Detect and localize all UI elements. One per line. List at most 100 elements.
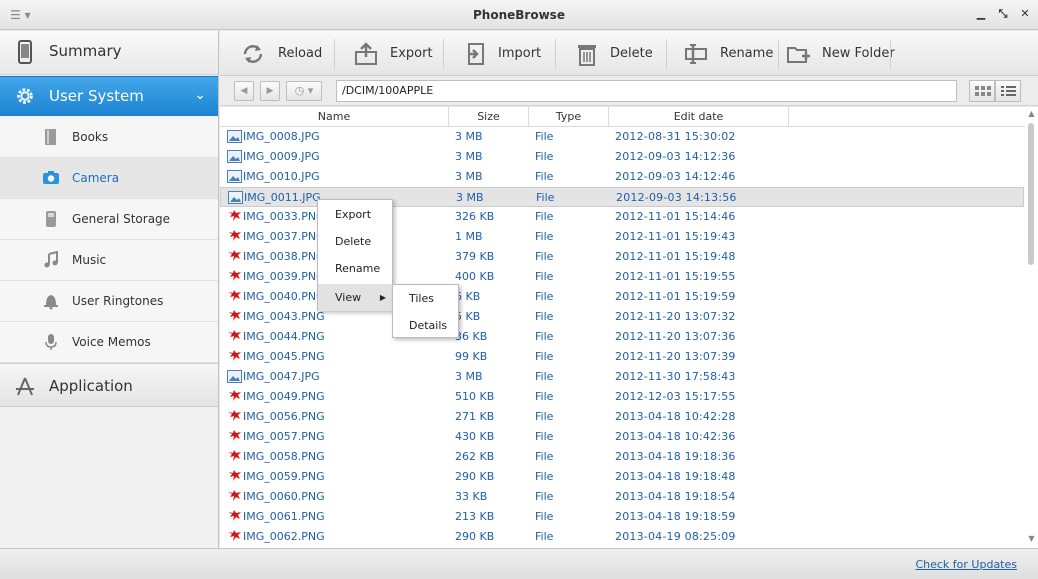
file-list: Name Size Type Edit date IMG_0008.JPG 3 M… (220, 107, 1038, 548)
table-row[interactable]: IMG_0059.PNG 290 KB File 2013-04-18 19:18:4… (220, 467, 1024, 487)
restore-icon[interactable]: ⤡ (996, 7, 1010, 21)
microphone-icon (45, 334, 57, 350)
file-date: 2012-11-01 15:19:59 (615, 290, 736, 303)
context-menu-delete[interactable]: Delete (318, 228, 392, 255)
file-type: File (535, 230, 554, 243)
scroll-up-icon[interactable]: ▲ (1026, 109, 1037, 118)
new-folder-button[interactable]: New Folder (786, 31, 895, 76)
table-row[interactable]: IMG_0044.PNG 36 KB File 2012-11-20 13:07:36 (220, 327, 1024, 347)
file-name: IMG_0037.PNG (243, 230, 325, 243)
file-size: 430 KB (455, 430, 495, 443)
file-date: 2012-11-30 17:58:43 (615, 370, 736, 383)
file-name: IMG_0060.PNG (243, 490, 325, 503)
table-row[interactable]: IMG_0049.PNG 510 KB File 2012-12-03 15:17:5… (220, 387, 1024, 407)
file-type: File (535, 250, 554, 263)
table-row[interactable]: IMG_0009.JPG 3 MB File 2012-09-03 14:12:36 (220, 147, 1024, 167)
submenu-details[interactable]: Details (393, 312, 458, 339)
table-row[interactable]: IMG_0058.PNG 262 KB File 2013-04-18 19:18:3… (220, 447, 1024, 467)
table-row[interactable]: IMG_0057.PNG 430 KB File 2013-04-18 10:42:3… (220, 427, 1024, 447)
table-row[interactable]: IMG_0056.PNG 271 KB File 2013-04-18 10:42:2… (220, 407, 1024, 427)
list-icon (1001, 86, 1016, 96)
file-size: 262 KB (455, 450, 495, 463)
vertical-scrollbar[interactable]: ▲ ▼ (1025, 107, 1038, 548)
forward-button[interactable]: ▶ (260, 81, 280, 101)
context-menu-export[interactable]: Export (318, 201, 392, 228)
minimize-icon[interactable]: ▁ (974, 7, 988, 21)
file-name: IMG_0044.PNG (243, 330, 325, 343)
file-type: File (535, 270, 554, 283)
image-file-icon (227, 370, 242, 383)
file-date: 2012-11-01 15:19:48 (615, 250, 736, 263)
sidebar-user-system[interactable]: User System ⌄ (0, 76, 218, 116)
file-name: IMG_0033.PNG (243, 210, 325, 223)
file-size: 510 KB (455, 390, 495, 403)
export-button[interactable]: Export (354, 31, 433, 76)
file-type: File (535, 450, 554, 463)
history-button[interactable]: ◷ ▾ (286, 81, 322, 101)
column-edit-date[interactable]: Edit date (609, 107, 789, 127)
details-view-button[interactable] (995, 80, 1021, 102)
scroll-down-icon[interactable]: ▼ (1026, 534, 1037, 543)
check-for-updates-link[interactable]: Check for Updates (915, 558, 1017, 571)
file-size: 99 KB (455, 350, 488, 363)
table-row[interactable]: IMG_0062.PNG 290 KB File 2013-04-19 08:25:0… (220, 527, 1024, 547)
close-icon[interactable]: ✕ (1018, 7, 1032, 21)
broken-image-icon (228, 410, 241, 421)
sidebar-application[interactable]: Application (0, 363, 218, 407)
column-type[interactable]: Type (529, 107, 609, 127)
rename-button[interactable]: Rename (684, 31, 773, 76)
table-row[interactable]: IMG_0060.PNG 33 KB File 2013-04-18 19:18:54 (220, 487, 1024, 507)
window-title: PhoneBrowse (473, 8, 565, 22)
sidebar-item-books[interactable]: Books (0, 117, 218, 158)
new-folder-label: New Folder (822, 46, 895, 61)
file-size: 290 KB (455, 530, 495, 543)
sidebar: Summary User System ⌄ Books Camera Gener… (0, 31, 219, 548)
sidebar-item-label: Books (72, 130, 109, 144)
context-menu-view[interactable]: View ▶ (318, 284, 392, 311)
reload-button[interactable]: Reload (240, 31, 322, 76)
sidebar-item-user-ringtones[interactable]: User Ringtones (0, 281, 218, 322)
file-size: 3 MB (455, 130, 483, 143)
path-field[interactable]: /DCIM/100APPLE (336, 80, 957, 102)
phone-icon (18, 40, 32, 64)
file-name: IMG_0049.PNG (243, 390, 325, 403)
file-name: IMG_0057.PNG (243, 430, 325, 443)
tiles-view-button[interactable] (969, 80, 995, 102)
sidebar-item-label: Voice Memos (72, 335, 151, 349)
scrollbar-thumb[interactable] (1028, 123, 1034, 265)
file-name: IMG_0056.PNG (243, 410, 325, 423)
table-row[interactable]: IMG_0008.JPG 3 MB File 2012-08-31 15:30:02 (220, 127, 1024, 147)
file-date: 2012-11-01 15:14:46 (615, 210, 736, 223)
file-date: 2012-09-03 14:12:36 (615, 150, 736, 163)
delete-button[interactable]: Delete (576, 31, 653, 76)
file-date: 2013-04-18 10:42:28 (615, 410, 736, 423)
sidebar-item-general-storage[interactable]: General Storage (0, 199, 218, 240)
file-type: File (535, 130, 554, 143)
sidebar-summary[interactable]: Summary (0, 31, 218, 75)
import-button[interactable]: Import (466, 31, 541, 76)
file-size: 36 KB (455, 330, 488, 343)
file-name: IMG_0045.PNG (243, 350, 325, 363)
table-row[interactable]: IMG_0010.JPG 3 MB File 2012-09-03 14:12:46 (220, 167, 1024, 187)
context-menu-rename[interactable]: Rename (318, 255, 392, 282)
back-button[interactable]: ◀ (234, 81, 254, 101)
file-date: 2012-11-20 13:07:32 (615, 310, 736, 323)
broken-image-icon (228, 430, 241, 441)
sidebar-item-music[interactable]: Music (0, 240, 218, 281)
file-date: 2013-04-19 08:25:09 (615, 530, 736, 543)
table-row[interactable]: IMG_0061.PNG 213 KB File 2013-04-18 19:18:5… (220, 507, 1024, 527)
table-row[interactable]: IMG_0047.JPG 3 MB File 2012-11-30 17:58:43 (220, 367, 1024, 387)
chevron-down-icon[interactable]: ⌄ (194, 87, 206, 103)
broken-image-icon (228, 230, 241, 241)
file-name: IMG_0058.PNG (243, 450, 325, 463)
sidebar-item-voice-memos[interactable]: Voice Memos (0, 322, 218, 363)
column-name[interactable]: Name (220, 107, 449, 127)
sidebar-item-camera[interactable]: Camera (0, 158, 218, 199)
table-row[interactable]: IMG_0045.PNG 99 KB File 2012-11-20 13:07:39 (220, 347, 1024, 367)
broken-image-icon (228, 250, 241, 261)
trash-icon (578, 44, 596, 66)
column-size[interactable]: Size (449, 107, 529, 127)
file-date: 2012-08-31 15:30:02 (615, 130, 736, 143)
toolbar-divider (555, 39, 556, 69)
submenu-tiles[interactable]: Tiles (393, 285, 458, 312)
